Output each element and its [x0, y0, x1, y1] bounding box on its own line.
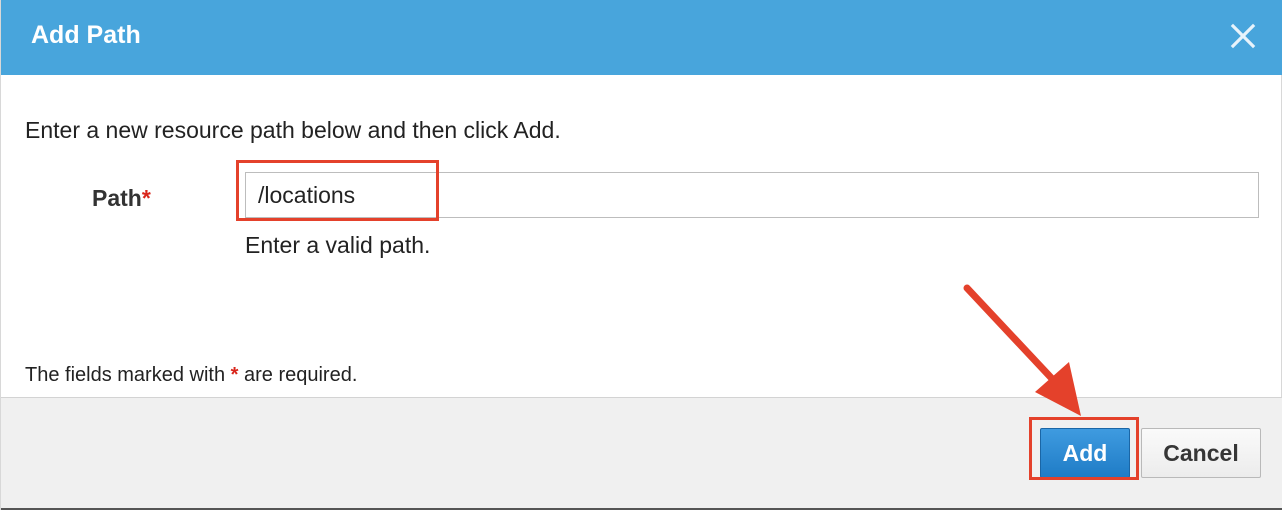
close-icon [1230, 23, 1256, 49]
path-input[interactable] [245, 172, 1259, 218]
cancel-button[interactable]: Cancel [1141, 428, 1261, 478]
required-note-prefix: The fields marked with [25, 364, 231, 386]
path-field-label: Path* [92, 184, 151, 212]
add-path-dialog: Add Path Enter a new resource path below… [0, 0, 1282, 510]
path-label-text: Path [92, 185, 142, 211]
required-star: * [141, 185, 151, 211]
path-help-text: Enter a valid path. [245, 232, 431, 258]
required-note-suffix: are required. [238, 364, 358, 386]
add-button[interactable]: Add [1040, 428, 1130, 478]
dialog-intro-text: Enter a new resource path below and then… [25, 117, 561, 143]
dialog-title: Add Path [31, 21, 141, 49]
required-fields-note: The fields marked with * are required. [25, 362, 357, 388]
close-button[interactable] [1227, 20, 1259, 52]
dialog-header: Add Path [1, 0, 1282, 75]
